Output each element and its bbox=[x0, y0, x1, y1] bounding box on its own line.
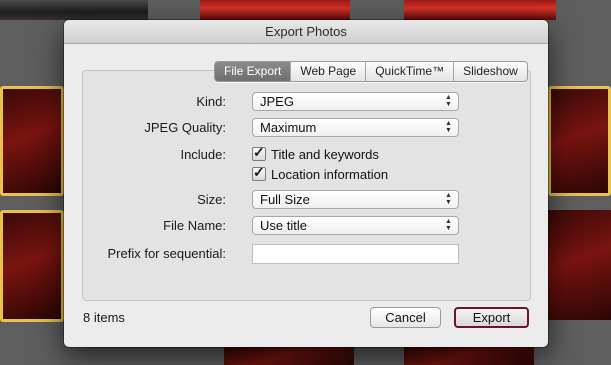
export-tabs: File Export Web Page QuickTime™ Slidesho… bbox=[214, 61, 528, 82]
item-count: 8 items bbox=[83, 310, 125, 325]
jpeg-quality-row: JPEG Quality: Maximum ▲ ▼ bbox=[83, 117, 530, 139]
tab-web-page[interactable]: Web Page bbox=[291, 62, 367, 81]
cancel-button[interactable]: Cancel bbox=[370, 307, 441, 328]
up-down-arrows-icon: ▲ ▼ bbox=[445, 218, 452, 232]
up-down-arrows-icon: ▲ ▼ bbox=[445, 94, 452, 108]
size-popup[interactable]: Full Size ▲ ▼ bbox=[252, 190, 459, 209]
up-down-arrows-icon: ▲ ▼ bbox=[445, 120, 452, 134]
tab-quicktime[interactable]: QuickTime™ bbox=[366, 62, 455, 81]
location-label: Location information bbox=[271, 167, 389, 182]
kind-row: Kind: JPEG ▲ ▼ bbox=[83, 91, 530, 113]
file-name-row: File Name: Use title ▲ ▼ bbox=[83, 215, 530, 237]
jpeg-quality-popup[interactable]: Maximum ▲ ▼ bbox=[252, 118, 459, 137]
prefix-input[interactable] bbox=[252, 244, 459, 264]
photo-thumbnail[interactable] bbox=[404, 0, 556, 20]
file-export-panel: Kind: JPEG ▲ ▼ JPEG Quality: Maximum ▲ ▼ I… bbox=[82, 70, 531, 301]
checkbox-box: ✓ bbox=[252, 144, 266, 161]
checkbox-box: ✓ bbox=[252, 164, 266, 181]
title-keywords-label: Title and keywords bbox=[271, 147, 379, 162]
jpeg-quality-value: Maximum bbox=[260, 120, 317, 135]
tab-slideshow[interactable]: Slideshow bbox=[454, 62, 527, 81]
file-name-label: File Name: bbox=[163, 218, 226, 233]
photo-thumbnail[interactable] bbox=[200, 0, 350, 20]
kind-popup[interactable]: JPEG ▲ ▼ bbox=[252, 92, 459, 111]
photo-thumbnail[interactable] bbox=[404, 347, 534, 365]
size-value: Full Size bbox=[260, 192, 310, 207]
kind-value: JPEG bbox=[260, 94, 294, 109]
photo-thumbnail[interactable] bbox=[0, 0, 148, 20]
dialog-title: Export Photos bbox=[64, 20, 548, 44]
photo-thumbnail[interactable] bbox=[548, 210, 611, 320]
photo-thumbnail[interactable] bbox=[0, 86, 64, 196]
photo-thumbnail[interactable] bbox=[548, 86, 611, 196]
file-name-popup[interactable]: Use title ▲ ▼ bbox=[252, 216, 459, 235]
size-label: Size: bbox=[197, 192, 226, 207]
include-row: Include: ✓ Title and keywords ✓ Location i… bbox=[83, 144, 530, 182]
size-row: Size: Full Size ▲ ▼ bbox=[83, 189, 530, 211]
up-down-arrows-icon: ▲ ▼ bbox=[445, 192, 452, 206]
export-photos-dialog: Export Photos Kind: JPEG ▲ ▼ JPEG Quality… bbox=[64, 20, 548, 347]
prefix-row: Prefix for sequential: bbox=[83, 243, 530, 265]
prefix-label: Prefix for sequential: bbox=[107, 246, 226, 261]
title-keywords-checkbox[interactable]: ✓ Title and keywords bbox=[252, 144, 379, 164]
checkmark-icon: ✓ bbox=[253, 164, 265, 180]
include-label: Include: bbox=[180, 147, 226, 162]
jpeg-quality-label: JPEG Quality: bbox=[144, 120, 226, 135]
checkmark-icon: ✓ bbox=[253, 144, 265, 160]
file-name-value: Use title bbox=[260, 218, 307, 233]
location-checkbox[interactable]: ✓ Location information bbox=[252, 164, 389, 184]
kind-label: Kind: bbox=[196, 94, 226, 109]
export-button[interactable]: Export bbox=[454, 307, 529, 328]
photo-thumbnail[interactable] bbox=[224, 347, 354, 365]
photo-thumbnail[interactable] bbox=[0, 210, 64, 322]
tab-file-export[interactable]: File Export bbox=[215, 62, 292, 81]
